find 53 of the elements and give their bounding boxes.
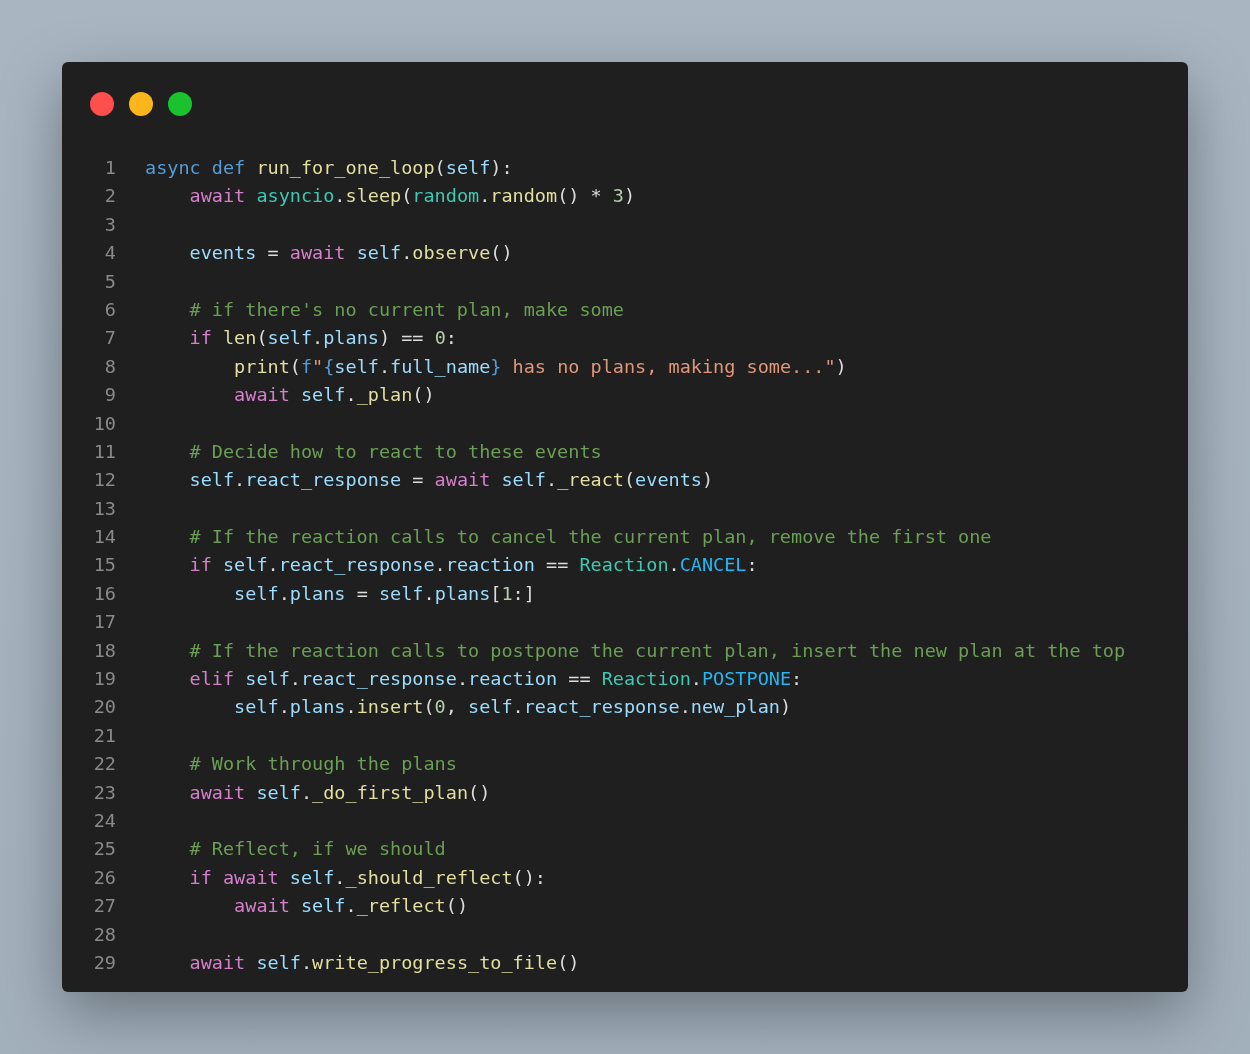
code-line: # If the reaction calls to cancel the current plan, remove the first one bbox=[188, 525, 992, 550]
code-line: # Reflect, if we should bbox=[188, 837, 446, 862]
code-line: if len(self.plans) == 0: bbox=[188, 326, 457, 351]
line-number: 16 bbox=[92, 581, 116, 606]
code-line: events = await self.observe() bbox=[188, 241, 513, 266]
line-number: 10 bbox=[92, 411, 116, 436]
line-number: 3 bbox=[103, 212, 116, 237]
line-number: 21 bbox=[92, 723, 116, 748]
code-line: await self._do_first_plan() bbox=[188, 780, 491, 805]
code-line: self.react_response = await self._react(events) bbox=[188, 468, 714, 493]
line-number: 6 bbox=[103, 297, 116, 322]
minimize-button[interactable] bbox=[129, 92, 153, 116]
line-number: 28 bbox=[92, 922, 116, 947]
maximize-button[interactable] bbox=[168, 92, 192, 116]
line-number: 24 bbox=[92, 809, 116, 833]
line-number: 15 bbox=[92, 553, 116, 578]
code-line: async def run_for_one_loop(self): bbox=[145, 156, 513, 180]
line-number: 23 bbox=[92, 780, 116, 805]
line-number: 14 bbox=[92, 525, 116, 550]
line-number: 18 bbox=[92, 638, 116, 663]
line-number: 22 bbox=[92, 752, 116, 777]
line-number: 29 bbox=[92, 950, 116, 975]
code-line: # Decide how to react to these events bbox=[188, 439, 602, 464]
code-line: await asyncio.sleep(random.random() * 3) bbox=[188, 184, 636, 209]
code-line: # if there's no current plan, make some bbox=[188, 297, 624, 322]
line-number: 19 bbox=[92, 667, 116, 692]
code-line: # Work through the plans bbox=[188, 752, 457, 777]
line-number: 11 bbox=[92, 439, 116, 464]
code-line: if self.react_response.reaction == Reaction.CANCEL: bbox=[188, 553, 758, 578]
code-line: self.plans.insert(0, self.react_response.new_plan) bbox=[233, 695, 792, 720]
line-number: 25 bbox=[92, 837, 116, 862]
line-number: 4 bbox=[103, 241, 116, 266]
line-number: 9 bbox=[103, 383, 116, 408]
code-line: # If the reaction calls to postpone the current plan, insert the new plan at the top bbox=[188, 638, 1126, 663]
code-line: await self.write_progress_to_file() bbox=[188, 950, 580, 975]
line-number: 12 bbox=[92, 468, 116, 493]
line-number: 1 bbox=[103, 156, 116, 180]
code-line: await self._plan() bbox=[233, 383, 435, 408]
line-number: 7 bbox=[103, 326, 116, 351]
line-number: 20 bbox=[92, 695, 116, 720]
line-number: 27 bbox=[92, 894, 116, 919]
line-number: 26 bbox=[92, 865, 116, 890]
line-number: 17 bbox=[92, 610, 116, 635]
line-number: 2 bbox=[103, 184, 116, 209]
code-line: await self._reflect() bbox=[233, 894, 469, 919]
code-line: self.plans = self.plans[1:] bbox=[233, 581, 535, 606]
line-number: 5 bbox=[103, 269, 116, 294]
close-button[interactable] bbox=[90, 92, 114, 116]
code-line: elif self.react_response.reaction == Reaction.POSTPONE: bbox=[188, 667, 803, 692]
line-number: 8 bbox=[103, 354, 116, 379]
code-line: if await self._should_reflect(): bbox=[188, 865, 546, 890]
code-line: print(f"{self.full_name} has no plans, making some...") bbox=[233, 354, 847, 379]
line-number: 13 bbox=[92, 496, 116, 521]
